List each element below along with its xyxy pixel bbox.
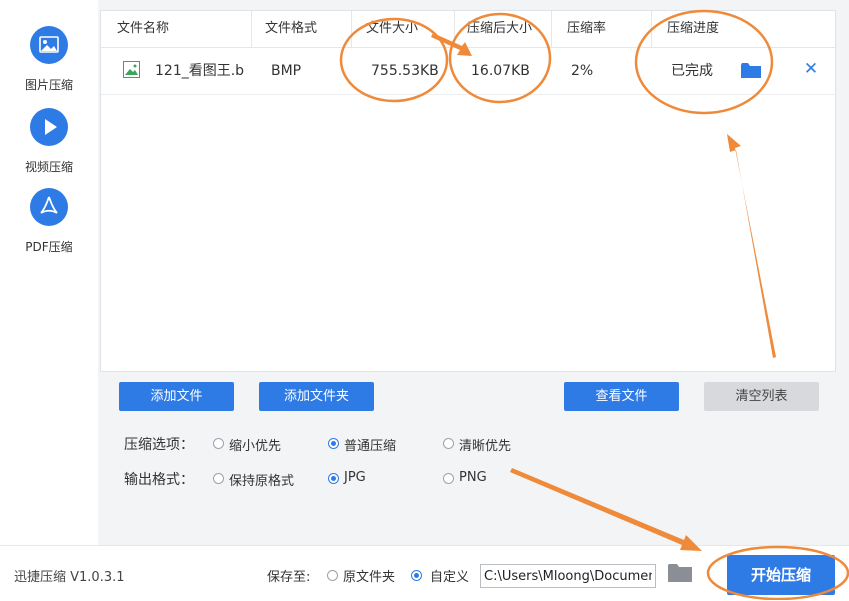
save-path-input[interactable]: [480, 564, 656, 588]
radio-clarity-first[interactable]: [443, 438, 454, 449]
radio-label: 缩小优先: [229, 439, 282, 454]
folder-icon[interactable]: [741, 63, 761, 79]
radio-label: JPG: [344, 470, 366, 485]
radio-keep-format[interactable]: [213, 473, 224, 484]
compress-options-label: 压缩选项：: [124, 437, 194, 453]
image-icon: [30, 26, 68, 64]
cell-status: 已完成: [671, 63, 713, 79]
column-divider: [551, 11, 552, 47]
radio-label: 普通压缩: [344, 439, 397, 454]
sidebar-item-pdf-compress[interactable]: PDF压缩: [0, 188, 98, 264]
sidebar: 图片压缩 视频压缩 PDF压缩: [0, 0, 98, 545]
radio-png[interactable]: [443, 473, 454, 484]
header-file-name: 文件名称: [117, 21, 170, 36]
play-icon: [30, 108, 68, 146]
sidebar-item-image-compress[interactable]: 图片压缩: [0, 26, 98, 102]
radio-custom-folder[interactable]: [411, 570, 422, 581]
column-divider: [251, 11, 252, 47]
cell-compressed-size: 16.07KB: [471, 63, 530, 79]
radio-shrink-first[interactable]: [213, 438, 224, 449]
column-divider: [454, 11, 455, 47]
cell-file-name: 121_看图王.b: [155, 63, 245, 79]
radio-normal-compress[interactable]: [328, 438, 339, 449]
radio-label: 保持原格式: [229, 474, 295, 489]
browse-folder-icon[interactable]: [668, 563, 692, 583]
radio-label: 原文件夹: [343, 570, 396, 585]
header-progress: 压缩进度: [667, 21, 720, 36]
version-label: 迅捷压缩 V1.0.3.1: [14, 570, 125, 585]
image-file-icon: [123, 61, 140, 78]
sidebar-item-video-compress[interactable]: 视频压缩: [0, 108, 98, 184]
close-icon[interactable]: ✕: [803, 61, 819, 78]
column-divider: [351, 11, 352, 47]
file-table: 文件名称 文件格式 文件大小 压缩后大小 压缩率 压缩进度 121_看图王.b …: [100, 10, 836, 372]
header-file-format: 文件格式: [265, 21, 318, 36]
footer-bar: 迅捷压缩 V1.0.3.1 保存至: 原文件夹 自定义 开始压缩: [0, 545, 849, 601]
radio-label: 清晰优先: [459, 439, 512, 454]
cell-file-format: BMP: [271, 63, 302, 79]
add-file-button[interactable]: 添加文件: [119, 382, 234, 411]
radio-jpg[interactable]: [328, 473, 339, 484]
pdf-icon: [30, 188, 68, 226]
cell-ratio: 2%: [571, 63, 594, 79]
sidebar-item-label: 图片压缩: [24, 78, 73, 92]
save-to-label: 保存至:: [267, 570, 311, 585]
header-file-size: 文件大小: [366, 21, 419, 36]
table-header: 文件名称 文件格式 文件大小 压缩后大小 压缩率 压缩进度: [101, 11, 835, 48]
cell-file-size: 755.53KB: [371, 63, 439, 79]
radio-label: 自定义: [430, 570, 470, 585]
output-format-label: 输出格式：: [124, 472, 194, 488]
start-compress-button[interactable]: 开始压缩: [727, 555, 835, 595]
view-files-button[interactable]: 查看文件: [564, 382, 679, 411]
table-row[interactable]: 121_看图王.b BMP 755.53KB 16.07KB 2% 已完成 ✕: [101, 48, 835, 95]
radio-label: PNG: [459, 470, 487, 485]
sidebar-item-label: 视频压缩: [24, 160, 73, 174]
header-compressed-size: 压缩后大小: [467, 21, 533, 36]
add-folder-button[interactable]: 添加文件夹: [259, 382, 374, 411]
header-ratio: 压缩率: [567, 21, 607, 36]
main-panel: 文件名称 文件格式 文件大小 压缩后大小 压缩率 压缩进度 121_看图王.b …: [98, 0, 849, 545]
sidebar-item-label: PDF压缩: [25, 240, 73, 254]
radio-original-folder[interactable]: [327, 570, 338, 581]
clear-list-button[interactable]: 清空列表: [704, 382, 819, 411]
column-divider: [651, 11, 652, 47]
